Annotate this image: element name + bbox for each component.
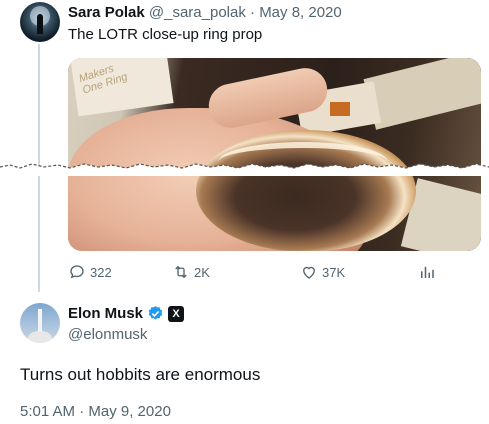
parent-tweet-header: Sara Polak @_sara_polak · May 8, 2020 (68, 4, 342, 21)
heart-icon (303, 266, 315, 279)
retweet-action[interactable]: 2K (172, 262, 210, 282)
elon-musk-avatar[interactable] (20, 303, 60, 343)
parent-author-name[interactable]: Sara Polak (68, 4, 145, 21)
avatar-smoke (28, 331, 52, 343)
sara-polak-avatar[interactable] (20, 2, 60, 42)
retweet-count: 2K (194, 264, 210, 280)
main-tweet-timestamp[interactable]: 5:01 AM · May 9, 2020 (20, 403, 171, 420)
like-count: 37K (322, 264, 346, 280)
main-author-name[interactable]: Elon Musk (68, 305, 143, 322)
parent-tweet-actions: 322 2K 37K (68, 262, 481, 282)
parent-tweet[interactable]: Sara Polak @_sara_polak · May 8, 2020 Th… (0, 0, 489, 292)
reply-count: 322 (90, 264, 112, 280)
parent-tweet-date[interactable]: May 8, 2020 (259, 4, 342, 21)
main-author-handle[interactable]: @elonmusk (68, 326, 147, 343)
reply-icon (70, 265, 84, 279)
photo-card-mark (330, 102, 350, 116)
meta-separator: · (250, 4, 256, 21)
parent-author-handle[interactable]: @_sara_polak (149, 4, 246, 21)
torn-paper-edge (0, 163, 489, 176)
main-tweet-name-row: Elon Musk X (68, 305, 185, 322)
x-affiliation-badge[interactable]: X (168, 305, 185, 322)
main-tweet-text: Turns out hobbits are enormous (20, 365, 261, 384)
avatar-figure (37, 14, 43, 34)
views-action[interactable] (418, 262, 440, 282)
analytics-icon (421, 266, 434, 278)
parent-tweet-photo[interactable]: Makers One Ring (68, 58, 481, 251)
reply-action[interactable]: 322 (68, 262, 112, 282)
retweet-icon (175, 265, 187, 279)
parent-tweet-text: The LOTR close-up ring prop (68, 26, 263, 43)
like-action[interactable]: 37K (300, 262, 345, 282)
verified-check-icon[interactable] (147, 305, 164, 322)
